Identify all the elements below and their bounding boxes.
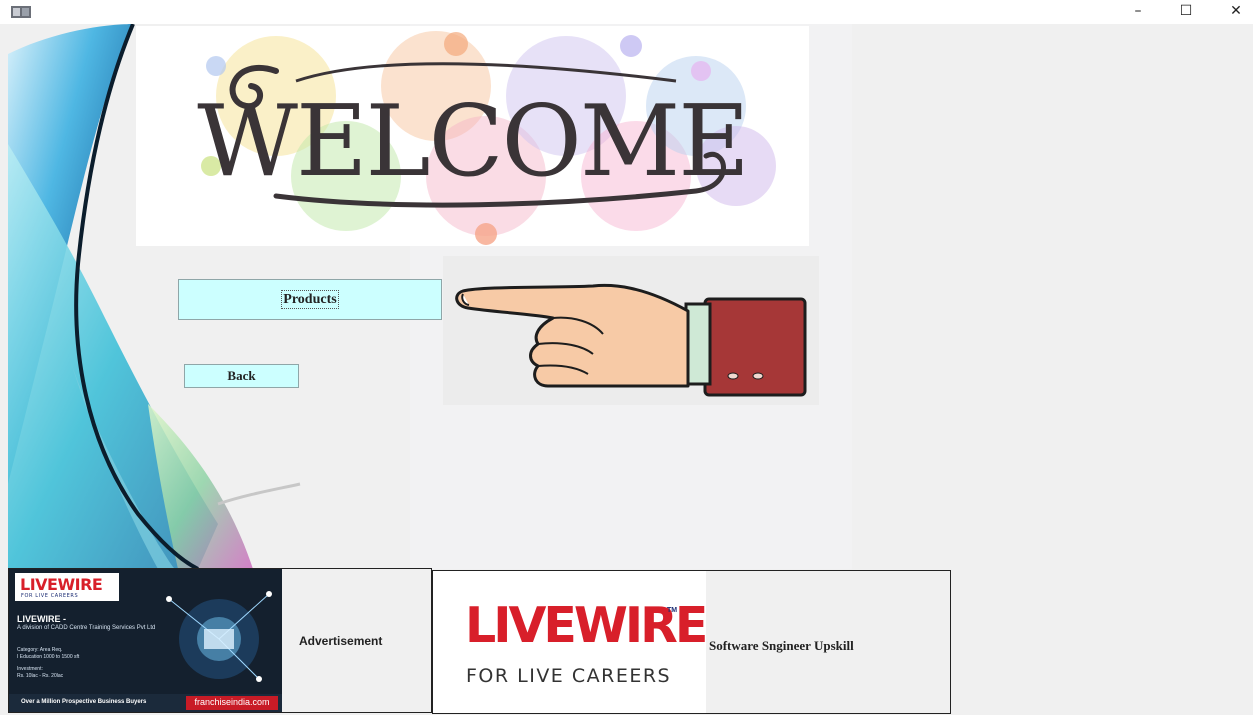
ad-footer: Over a Million Prospective Business Buye… xyxy=(9,694,282,712)
livewire-ad-image[interactable]: LIVEWIRE TM FOR LIVE CAREERS xyxy=(433,571,706,713)
close-button[interactable]: ✕ xyxy=(1213,0,1253,24)
network-graphic-icon xyxy=(166,591,272,682)
ad-category-values: I Education 1000 to 1500 sft xyxy=(17,653,80,660)
advertisement-panel: LIVEWIRE FOR LIVE CAREERS LIVEWIRE - A d… xyxy=(8,568,432,713)
welcome-banner: WELCOME xyxy=(136,26,809,246)
back-button[interactable]: Back xyxy=(184,364,299,388)
franchiseindia-logo: franchiseindia.com xyxy=(186,696,278,710)
ad-description: A division of CADD Centre Training Servi… xyxy=(17,625,156,631)
title-bar: – ☐ ✕ xyxy=(0,0,1253,24)
ad-footer-text: Over a Million Prospective Business Buye… xyxy=(21,699,147,705)
livewire-logo: LIVEWIRE FOR LIVE CAREERS xyxy=(15,573,119,601)
advertisement-label: Advertisement xyxy=(299,634,383,648)
products-button-label: Products xyxy=(281,290,339,309)
maximize-button[interactable]: ☐ xyxy=(1163,0,1209,24)
ad-investment-value: Rs. 10lac - Rs. 20lac xyxy=(17,672,64,679)
livewire-franchise-ad-image[interactable]: LIVEWIRE FOR LIVE CAREERS LIVEWIRE - A d… xyxy=(9,569,282,712)
ad-title: LIVEWIRE - xyxy=(17,614,66,624)
upskill-ad-panel: LIVEWIRE TM FOR LIVE CAREERS Software Sn… xyxy=(432,570,951,714)
trademark-mark: TM xyxy=(667,607,678,614)
app-icon xyxy=(11,6,31,18)
ad-category: Category: Area Req. I Education 1000 to … xyxy=(17,647,112,660)
pointing-hand-icon xyxy=(443,256,819,405)
products-button[interactable]: Products xyxy=(178,279,442,320)
welcome-text: WELCOME xyxy=(197,85,750,199)
livewire-logo-tagline: FOR LIVE CAREERS xyxy=(21,593,79,599)
upskill-label: Software Sngineer Upskill xyxy=(709,638,854,653)
minimize-button[interactable]: – xyxy=(1115,0,1161,24)
ad-investment: Investment: Rs. 10lac - Rs. 20lac xyxy=(17,666,97,679)
livewire-logo-text: LIVEWIRE xyxy=(20,575,103,594)
livewire-tagline: FOR LIVE CAREERS xyxy=(466,665,672,687)
